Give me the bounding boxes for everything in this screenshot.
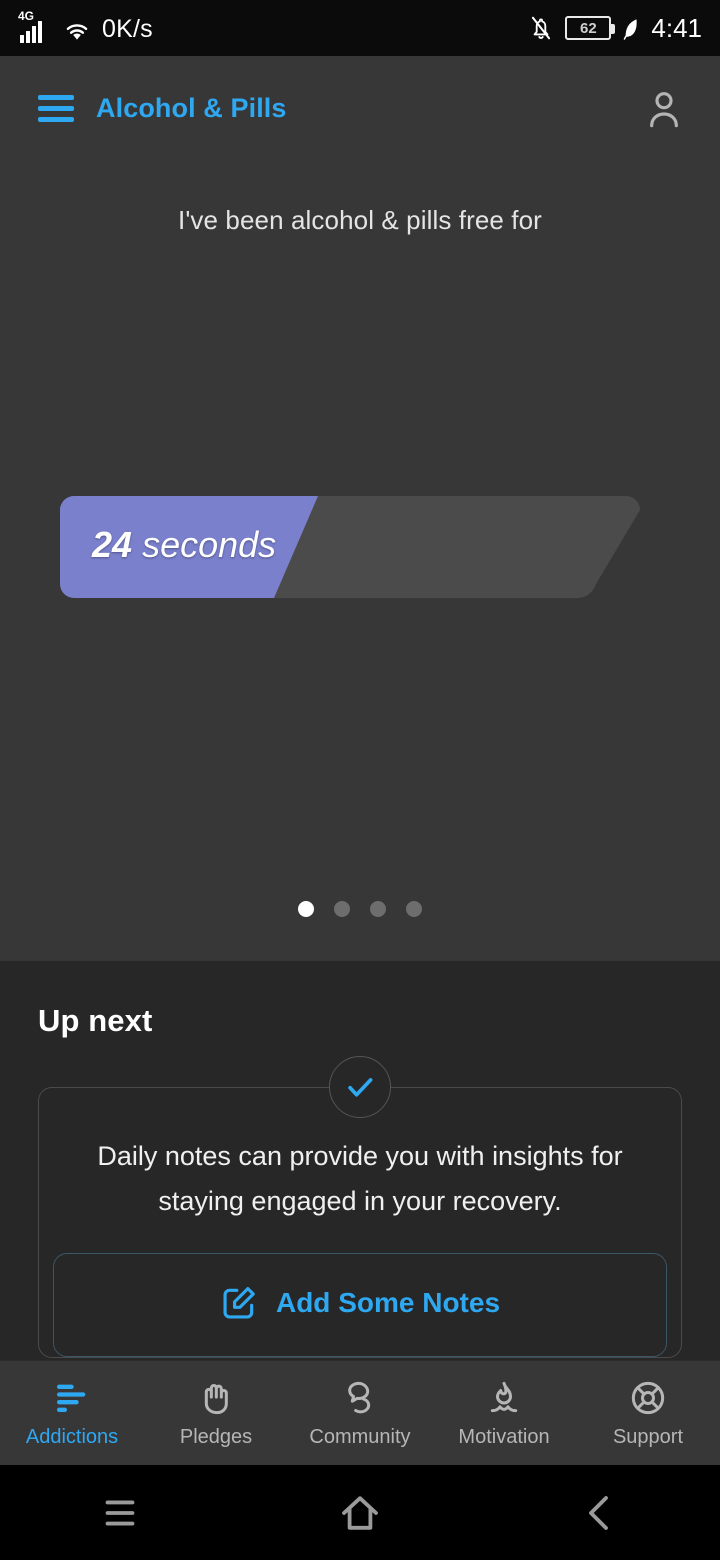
add-some-notes-label: Add Some Notes (275, 1287, 501, 1319)
carousel-dot[interactable] (298, 901, 314, 917)
edit-note-icon (223, 1287, 255, 1319)
wifi-icon (66, 24, 88, 40)
tab-label-pledges: Pledges (179, 1426, 253, 1448)
add-some-notes-button[interactable]: Add Some Notes (53, 1253, 667, 1358)
status-bar: 4G 0K/s 62 4:41 (0, 0, 720, 56)
tab-label-motivation: Motivation (458, 1426, 550, 1448)
counter-unit: seconds (142, 524, 277, 565)
bottom-navigation: Addictions Pledges Community Motivation (0, 1360, 720, 1465)
network-speed-label: 0K/s (102, 15, 153, 43)
speech-bubbles-icon (340, 1377, 380, 1419)
recents-icon (105, 1500, 135, 1525)
user-account-icon[interactable] (644, 87, 684, 131)
tab-support[interactable]: Support (576, 1361, 720, 1465)
carousel-pagination (0, 901, 720, 917)
status-bar-left: 4G 0K/s (18, 10, 153, 43)
tab-label-addictions: Addictions (25, 1426, 119, 1448)
signal-bars-icon: 4G (18, 10, 52, 43)
progress-zone: 24 seconds (0, 496, 720, 606)
counter-carousel-pane[interactable]: I've been alcohol & pills free for 24 se… (0, 161, 720, 961)
battery-level-label: 62 (580, 19, 597, 37)
up-next-section: Up next Daily notes can provide you with… (0, 961, 720, 1363)
tab-pledges[interactable]: Pledges (144, 1361, 288, 1465)
tab-community[interactable]: Community (288, 1361, 432, 1465)
tab-motivation[interactable]: Motivation (432, 1361, 576, 1465)
up-next-card-text: Daily notes can provide you with insight… (97, 1141, 623, 1216)
counter-number: 24 (92, 524, 133, 565)
hand-raised-icon (196, 1377, 236, 1419)
campfire-flame-icon (484, 1377, 524, 1419)
tab-label-support: Support (612, 1426, 684, 1448)
page-title: Alcohol & Pills (96, 93, 287, 123)
carousel-dot[interactable] (334, 901, 350, 917)
status-bar-right: 62 4:41 (528, 14, 702, 42)
counter-caption: I've been alcohol & pills free for (178, 205, 542, 235)
app-header-left: Alcohol & Pills (38, 93, 287, 124)
battery-indicator: 62 (565, 16, 616, 40)
bar-chart-icon (52, 1377, 92, 1419)
leaf-icon (624, 19, 638, 40)
app-header: Alcohol & Pills (0, 56, 720, 161)
carousel-dot[interactable] (370, 901, 386, 917)
sobriety-counter-label: 24 seconds (92, 524, 276, 566)
home-icon (342, 1495, 378, 1530)
life-ring-icon (628, 1377, 668, 1419)
up-next-card: Daily notes can provide you with insight… (38, 1056, 682, 1359)
system-navigation-bar (0, 1465, 720, 1560)
carousel-dot[interactable] (406, 901, 422, 917)
back-button[interactable] (480, 1489, 720, 1537)
clock-label: 4:41 (651, 13, 702, 43)
check-circle-icon (329, 1056, 391, 1118)
bell-muted-icon (532, 16, 551, 40)
tab-label-community: Community (309, 1426, 411, 1448)
back-chevron-icon (589, 1495, 608, 1530)
hamburger-menu-icon[interactable] (38, 95, 74, 122)
tab-addictions[interactable]: Addictions (0, 1361, 144, 1465)
recents-button[interactable] (0, 1490, 240, 1536)
up-next-heading: Up next (38, 1003, 153, 1038)
home-button[interactable] (240, 1489, 480, 1537)
